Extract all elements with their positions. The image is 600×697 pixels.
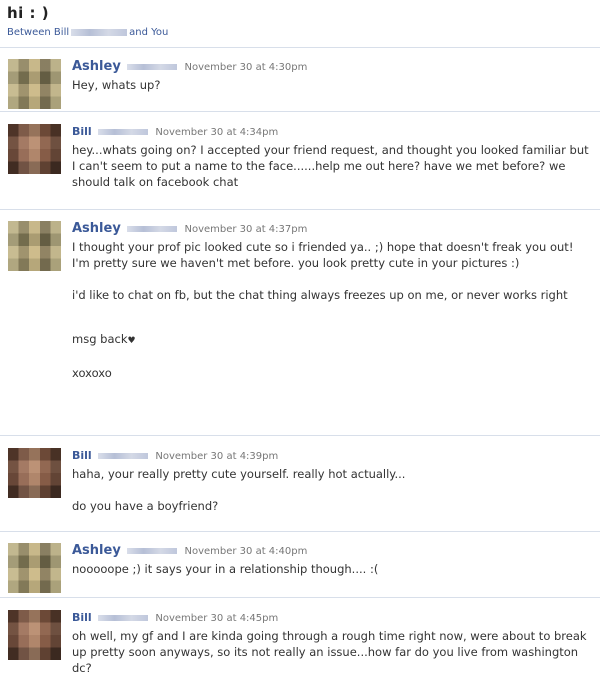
- message-thread: Ashley November 30 at 4:30pm Hey, whats …: [0, 47, 600, 697]
- sender-name-link[interactable]: Bill: [72, 449, 92, 462]
- avatar[interactable]: [8, 448, 61, 498]
- avatar[interactable]: [8, 124, 61, 174]
- participants-prefix[interactable]: Between Bill: [7, 27, 69, 38]
- message-meta: Ashley November 30 at 4:40pm: [72, 543, 590, 559]
- message-item: Bill November 30 at 4:39pm haha, your re…: [0, 435, 600, 531]
- message-text: hey...whats going on? I accepted your fr…: [72, 143, 589, 189]
- message-body: Hey, whats up?: [72, 77, 590, 93]
- message-timestamp: November 30 at 4:45pm: [155, 613, 279, 624]
- message-timestamp: November 30 at 4:40pm: [184, 546, 308, 557]
- message-text: haha, your really pretty cute yourself. …: [72, 467, 406, 481]
- message-text: I thought your prof pic looked cute so i…: [72, 240, 574, 270]
- participants-suffix: and You: [129, 27, 169, 38]
- avatar[interactable]: [8, 221, 61, 271]
- redacted-surname: [97, 128, 148, 135]
- message-item: Bill November 30 at 4:34pm hey...whats g…: [0, 111, 600, 209]
- avatar[interactable]: [8, 610, 61, 660]
- message-meta: Ashley November 30 at 4:30pm: [72, 59, 590, 75]
- redacted-surname: [71, 28, 128, 36]
- message-text: Hey, whats up?: [72, 78, 161, 92]
- message-item: Ashley November 30 at 4:37pm I thought y…: [0, 209, 600, 435]
- message-timestamp: November 30 at 4:39pm: [155, 451, 279, 462]
- message-body: oh well, my gf and I are kinda going thr…: [72, 628, 590, 676]
- message-meta: Bill November 30 at 4:45pm: [72, 610, 590, 626]
- redacted-surname: [126, 547, 177, 554]
- message-text: do you have a boyfriend?: [72, 499, 219, 513]
- sender-name-link[interactable]: Ashley: [72, 221, 121, 236]
- sender-name-link[interactable]: Ashley: [72, 543, 121, 558]
- message-body: nooooope ;) it says your in a relationsh…: [72, 561, 590, 577]
- redacted-surname: [126, 63, 177, 70]
- avatar[interactable]: [8, 59, 61, 109]
- message-text: nooooope ;) it says your in a relationsh…: [72, 562, 379, 576]
- message-meta: Bill November 30 at 4:34pm: [72, 124, 590, 140]
- message-text: oh well, my gf and I are kinda going thr…: [72, 629, 587, 675]
- sender-name-link[interactable]: Bill: [72, 611, 92, 624]
- message-text: xoxoxo: [72, 366, 112, 380]
- thread-participants: Between Bill and You: [7, 27, 593, 38]
- message-meta: Ashley November 30 at 4:37pm: [72, 221, 590, 237]
- redacted-surname: [97, 614, 148, 621]
- sender-name-link[interactable]: Bill: [72, 125, 92, 138]
- redacted-surname: [97, 452, 148, 459]
- thread-header: hi : ) Between Bill and You: [7, 4, 593, 38]
- message-timestamp: November 30 at 4:34pm: [155, 127, 279, 138]
- heart-icon: ♥: [127, 336, 136, 346]
- message-item: Bill November 30 at 4:45pm oh well, my g…: [0, 597, 600, 697]
- message-timestamp: November 30 at 4:37pm: [184, 224, 308, 235]
- message-body: haha, your really pretty cute yourself. …: [72, 466, 590, 514]
- message-meta: Bill November 30 at 4:39pm: [72, 448, 590, 464]
- avatar[interactable]: [8, 543, 61, 593]
- thread-title: hi : ): [7, 4, 50, 22]
- message-timestamp: November 30 at 4:30pm: [184, 62, 308, 73]
- message-body: hey...whats going on? I accepted your fr…: [72, 142, 590, 190]
- message-text: msg back♥: [72, 332, 136, 346]
- message-item: Ashley November 30 at 4:30pm Hey, whats …: [0, 47, 600, 111]
- message-text: i'd like to chat on fb, but the chat thi…: [72, 288, 568, 302]
- sender-name-link[interactable]: Ashley: [72, 59, 121, 74]
- message-body: I thought your prof pic looked cute so i…: [72, 239, 590, 381]
- message-item: Ashley November 30 at 4:40pm nooooope ;)…: [0, 531, 600, 597]
- redacted-surname: [126, 225, 177, 232]
